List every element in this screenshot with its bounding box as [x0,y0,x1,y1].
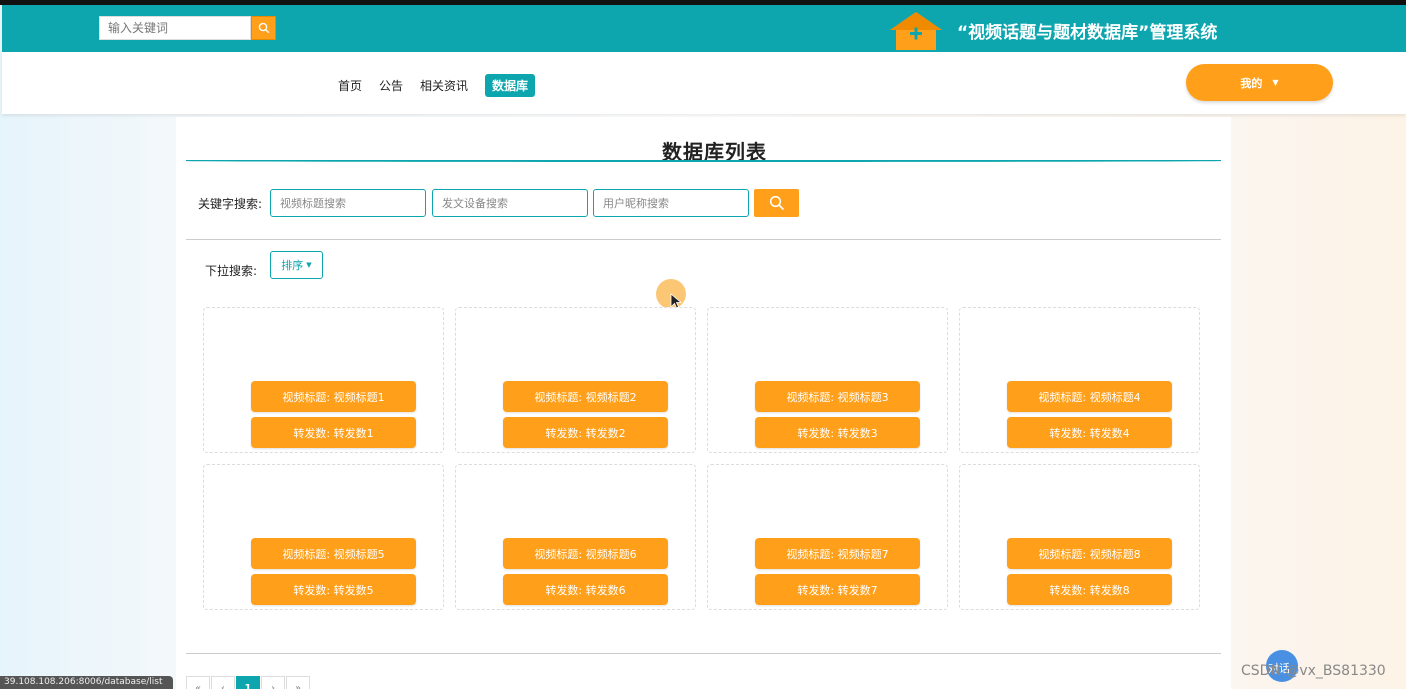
page-first-button[interactable]: « [186,676,210,689]
repost-count-chip[interactable]: 转发数: 转发数4 [1007,417,1172,448]
video-title-search-input[interactable] [270,189,426,217]
database-card[interactable]: 视频标题: 视频标题7 转发数: 转发数7 [707,464,948,610]
device-search-input[interactable] [432,189,588,217]
keyword-search-label: 关键字搜索: [198,197,263,211]
sort-label: 排序 [281,259,304,272]
caret-down-icon: ▼ [306,261,312,269]
database-card[interactable]: 视频标题: 视频标题4 转发数: 转发数4 [959,307,1200,453]
repost-count-chip[interactable]: 转发数: 转发数2 [503,417,668,448]
page-last-button[interactable]: » [286,676,310,689]
video-title-chip[interactable]: 视频标题: 视频标题1 [251,381,416,412]
database-card[interactable]: 视频标题: 视频标题5 转发数: 转发数5 [203,464,444,610]
nav-database[interactable]: 数据库 [485,74,536,97]
database-card[interactable]: 视频标题: 视频标题1 转发数: 转发数1 [203,307,444,453]
content-panel: 数据库列表 关键字搜索: 下拉搜索: 排序 ▼ 视频标题: 视频标题1 转发数:… [176,117,1231,689]
header-search-input[interactable] [99,16,251,40]
user-menu-button[interactable]: 我的 ▼ [1186,64,1333,101]
video-title-chip[interactable]: 视频标题: 视频标题6 [503,538,668,569]
database-card[interactable]: 视频标题: 视频标题2 转发数: 转发数2 [455,307,696,453]
video-title-chip[interactable]: 视频标题: 视频标题2 [503,381,668,412]
header-search [99,16,276,40]
user-menu-label: 我的 [1240,76,1263,90]
repost-count-chip[interactable]: 转发数: 转发数8 [1007,574,1172,605]
repost-count-chip[interactable]: 转发数: 转发数7 [755,574,920,605]
page-next-button[interactable]: › [261,676,285,689]
house-logo-icon [890,12,942,50]
page-number-button[interactable]: 1 [236,676,260,689]
repost-count-chip[interactable]: 转发数: 转发数5 [251,574,416,605]
search-icon [769,195,784,211]
nav-notice[interactable]: 公告 [379,77,403,94]
dropdown-search-label: 下拉搜索: [205,264,258,278]
sort-dropdown[interactable]: 排序 ▼ [270,251,323,279]
section-divider [186,653,1221,654]
pagination: « ‹ 1 › » [186,676,310,689]
main-nav: 首页 公告 相关资讯 数据库 我的 ▼ [2,52,1406,114]
video-title-chip[interactable]: 视频标题: 视频标题7 [755,538,920,569]
site-title: “视频话题与题材数据库”管理系统 [957,23,1218,43]
watermark: CSDN @vx_BS81330 [1241,663,1386,679]
video-title-chip[interactable]: 视频标题: 视频标题8 [1007,538,1172,569]
search-button[interactable] [754,189,799,217]
video-title-chip[interactable]: 视频标题: 视频标题3 [755,381,920,412]
status-url: 39.108.108.206:8006/database/list [0,676,173,689]
header-search-button[interactable] [251,16,276,40]
search-icon [258,22,269,34]
nav-home[interactable]: 首页 [338,77,362,94]
repost-count-chip[interactable]: 转发数: 转发数3 [755,417,920,448]
database-card[interactable]: 视频标题: 视频标题3 转发数: 转发数3 [707,307,948,453]
chevron-down-icon: ▼ [1272,78,1279,87]
page-prev-button[interactable]: ‹ [211,676,235,689]
user-nickname-search-input[interactable] [593,189,749,217]
top-bar: “视频话题与题材数据库”管理系统 [2,5,1406,52]
database-card[interactable]: 视频标题: 视频标题6 转发数: 转发数6 [455,464,696,610]
section-divider [186,239,1221,240]
video-title-chip[interactable]: 视频标题: 视频标题4 [1007,381,1172,412]
nav-news[interactable]: 相关资讯 [420,77,468,94]
repost-count-chip[interactable]: 转发数: 转发数6 [503,574,668,605]
repost-count-chip[interactable]: 转发数: 转发数1 [251,417,416,448]
video-title-chip[interactable]: 视频标题: 视频标题5 [251,538,416,569]
title-divider [186,160,1221,162]
database-card[interactable]: 视频标题: 视频标题8 转发数: 转发数8 [959,464,1200,610]
